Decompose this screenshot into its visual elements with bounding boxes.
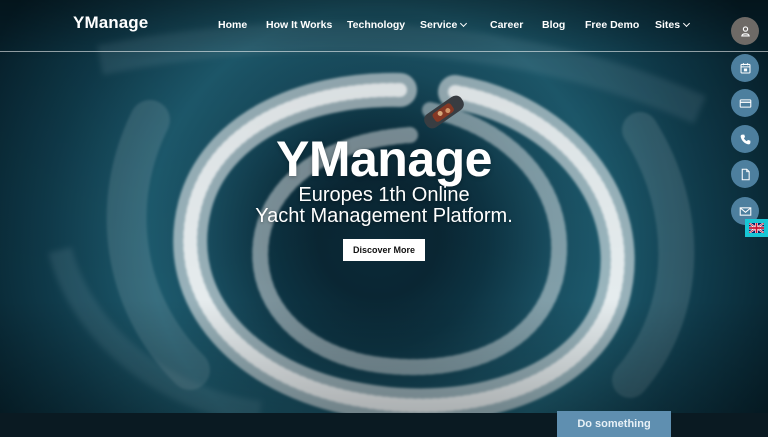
user-button[interactable] [731,17,759,45]
hero-title: YManage [275,131,493,187]
user-icon [740,25,750,37]
nav-home[interactable]: Home [218,19,247,31]
nav-blog[interactable]: Blog [542,19,565,31]
uk-flag-icon [749,223,764,233]
site-logo[interactable]: YManage [73,13,148,33]
chevron-down-icon [460,19,468,28]
discover-more-button[interactable]: Discover More [343,239,425,261]
calendar-icon [740,62,750,73]
chevron-down-icon [683,19,691,28]
payment-button[interactable] [731,89,759,117]
phone-icon [740,134,750,144]
nav-career[interactable]: Career [490,19,523,31]
do-something-button[interactable]: Do something [557,411,671,437]
nav-how-it-works[interactable]: How It Works [266,19,332,31]
calendar-button[interactable] [731,54,759,82]
hero-subtitle-line1: Europes 1th Online [298,184,470,206]
nav-service[interactable]: Service [420,19,468,31]
document-button[interactable] [731,160,759,188]
nav-sites[interactable]: Sites [655,19,691,31]
document-icon [741,168,750,180]
hero-subtitle-line2: Yacht Management Platform. [255,205,513,227]
mail-icon [739,206,751,216]
nav-technology[interactable]: Technology [347,19,405,31]
language-switch[interactable] [745,219,768,237]
nav-free-demo[interactable]: Free Demo [585,19,639,31]
site-header: YManage Home How It Works Technology Ser… [0,0,768,52]
credit-card-icon [739,98,751,108]
phone-button[interactable] [731,125,759,153]
